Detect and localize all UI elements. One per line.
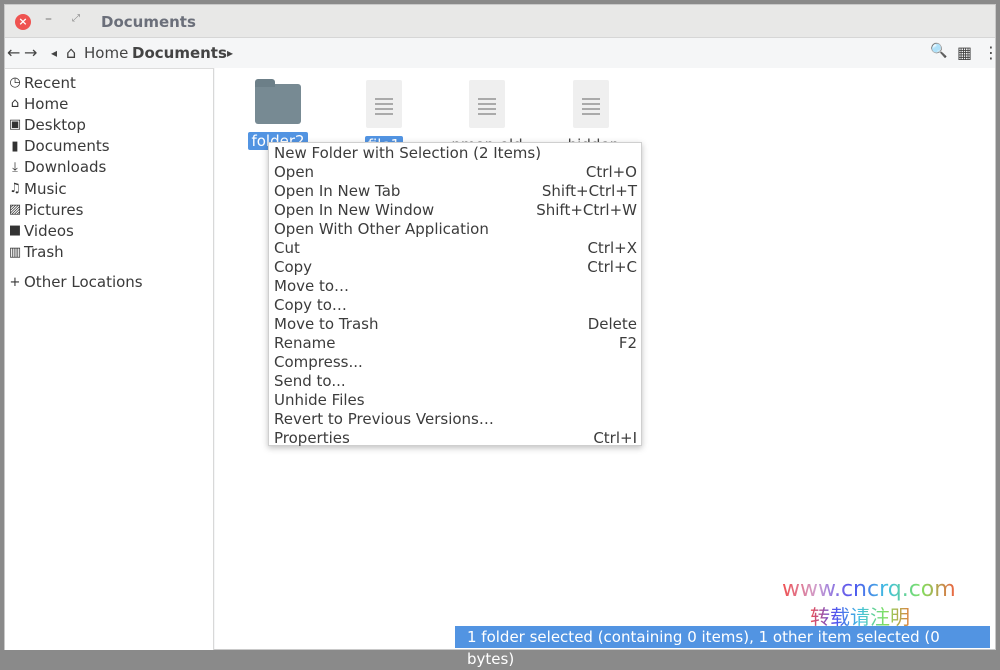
grid-view-icon[interactable]: ▦ (957, 43, 972, 62)
download-icon: ⤓ (12, 159, 18, 175)
sidebar-item-trash[interactable]: ▥ Trash (5, 242, 213, 263)
sidebar-item-label: Music (24, 179, 67, 198)
menu-item-label: Open (274, 163, 315, 181)
desktop-icon: ▣ (8, 117, 22, 133)
window-title: Documents (101, 13, 196, 31)
menu-item-shortcut: F2 (618, 334, 637, 352)
document-icon: ▮ (11, 138, 19, 154)
sidebar-item-label: Home (24, 94, 69, 113)
text-file-icon (366, 80, 402, 128)
menu-item-shortcut: Shift+Ctrl+W (536, 201, 637, 219)
menu-item-label: Compress... (274, 353, 363, 371)
watermark-text: 转载请注明 (810, 601, 910, 630)
file-item[interactable]: folder2 (238, 79, 318, 150)
menu-item-label: Send to... (274, 372, 346, 390)
music-icon: ♫ (9, 181, 21, 197)
menu-item[interactable]: Compress... (269, 353, 641, 372)
toolbar: ← → ◂ ⌂ Home Documents ▸ 🔍 ▦ ⋮ (5, 38, 999, 68)
sidebar-item-label: Downloads (24, 158, 107, 177)
menu-item-label: Open In New Tab (274, 182, 401, 200)
sidebar-item-downloads[interactable]: ⤓ Downloads (5, 157, 213, 178)
menu-item[interactable]: Open Ctrl+O (269, 163, 641, 182)
maximize-button[interactable]: ⤢ (72, 13, 80, 24)
sidebar-item-label: Other Locations (24, 273, 143, 292)
menu-item[interactable]: Copy to… (269, 296, 641, 315)
back-icon[interactable]: ← (7, 43, 20, 62)
menu-item[interactable]: Cut Ctrl+X (269, 239, 641, 258)
menu-item[interactable]: Open In New Window Shift+Ctrl+W (269, 201, 641, 220)
menu-item-label: Move to… (274, 277, 350, 295)
watermark-url: www.cncrq.com (782, 577, 956, 602)
path-scroll-right-icon[interactable]: ▸ (227, 46, 233, 60)
plus-icon: + (9, 274, 21, 290)
text-file-icon (573, 80, 609, 128)
minimize-button[interactable]: – (45, 11, 52, 27)
sidebar-item-label: Recent (24, 73, 76, 92)
sidebar-item-label: Pictures (24, 200, 84, 219)
sidebar-item-label: Desktop (24, 115, 86, 134)
menu-item[interactable]: Move to Trash Delete (269, 315, 641, 334)
menu-item-shortcut: Shift+Ctrl+T (541, 182, 637, 200)
video-icon: ■ (8, 223, 22, 239)
menu-item[interactable]: Move to… (269, 277, 641, 296)
clock-icon: ◷ (9, 75, 21, 91)
picture-icon: ▨ (8, 202, 22, 218)
forward-icon[interactable]: → (24, 43, 37, 62)
sidebar-item-pictures[interactable]: ▨ Pictures (5, 199, 213, 220)
menu-item[interactable]: Properties Ctrl+I (269, 429, 641, 448)
menu-item-label: Move to Trash (274, 315, 379, 333)
menu-item[interactable]: Copy Ctrl+C (269, 258, 641, 277)
menu-item-label: Rename (274, 334, 336, 352)
menu-item-shortcut: Ctrl+O (585, 163, 637, 181)
menu-item-label: Copy (274, 258, 313, 276)
sidebar: ◷ Recent ⌂ Home ▣ Desktop ▮ Documents ⤓ Downloads… (5, 68, 214, 650)
home-icon: ⌂ (10, 96, 20, 112)
sidebar-item-desktop[interactable]: ▣ Desktop (5, 114, 213, 135)
search-icon[interactable]: 🔍 (930, 43, 947, 59)
menu-item-label: New Folder with Selection (2 Items) (274, 144, 542, 162)
sidebar-item-music[interactable]: ♫ Music (5, 178, 213, 199)
menu-item-label: Open With Other Application (274, 220, 489, 238)
menu-item[interactable]: Rename F2 (269, 334, 641, 353)
title-bar: × – ⤢ Documents (5, 5, 995, 38)
sidebar-item-recent[interactable]: ◷ Recent (5, 72, 213, 93)
menu-item-shortcut: Ctrl+I (593, 429, 637, 447)
menu-item[interactable]: New Folder with Selection (2 Items) (269, 144, 641, 163)
menu-item[interactable]: Revert to Previous Versions… (269, 410, 641, 429)
menu-item-label: Unhide Files (274, 391, 365, 409)
path-scroll-left-icon[interactable]: ◂ (51, 46, 57, 60)
text-file-icon (469, 80, 505, 128)
menu-item[interactable]: Unhide Files (269, 391, 641, 410)
menu-icon[interactable]: ⋮ (983, 43, 999, 62)
sidebar-item-documents[interactable]: ▮ Documents (5, 136, 213, 157)
close-button[interactable]: × (15, 14, 31, 30)
trash-icon: ▥ (8, 244, 22, 260)
menu-item-shortcut: Ctrl+X (587, 239, 637, 257)
menu-item-label: Open In New Window (274, 201, 435, 219)
folder-icon (255, 79, 301, 124)
sidebar-item-label: Documents (24, 137, 110, 156)
sidebar-item-label: Trash (24, 243, 64, 262)
breadcrumb-home[interactable]: Home (84, 44, 128, 62)
menu-item[interactable]: Open With Other Application (269, 220, 641, 239)
context-menu: New Folder with Selection (2 Items) Open C… (268, 142, 642, 448)
sidebar-item-home[interactable]: ⌂ Home (5, 93, 213, 114)
menu-item[interactable]: Open In New Tab Shift+Ctrl+T (269, 182, 641, 201)
sidebar-item-other-locations[interactable]: + Other Locations (5, 272, 213, 293)
breadcrumb-documents[interactable]: Documents (132, 44, 227, 62)
menu-item-label: Cut (274, 239, 300, 257)
menu-item-label: Copy to… (274, 296, 347, 314)
menu-item-shortcut: Delete (587, 315, 637, 333)
menu-item-label: Revert to Previous Versions… (274, 410, 494, 428)
menu-item-label: Properties (274, 429, 350, 447)
sidebar-item-label: Videos (24, 221, 74, 240)
menu-item-shortcut: Ctrl+C (587, 258, 637, 276)
menu-item[interactable]: Send to... (269, 372, 641, 391)
home-icon: ⌂ (66, 43, 77, 62)
sidebar-item-videos[interactable]: ■ Videos (5, 220, 213, 241)
